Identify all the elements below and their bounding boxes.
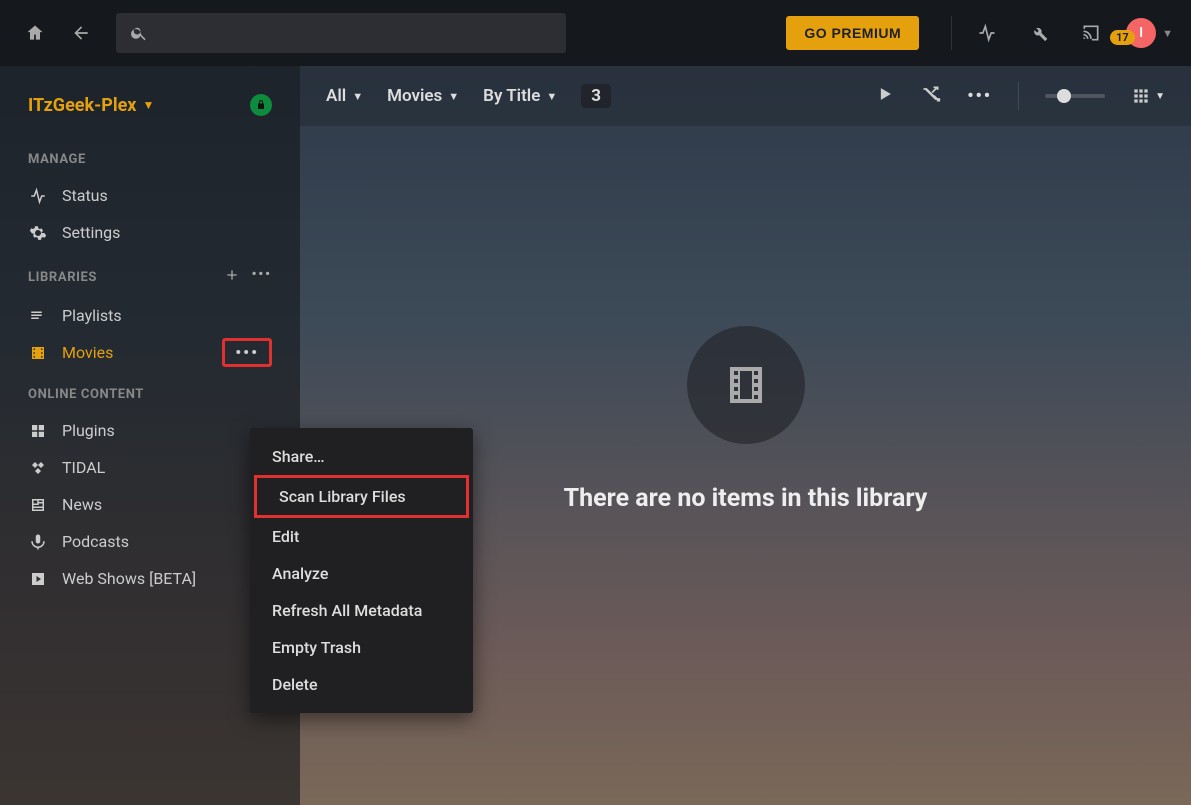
menu-edit[interactable]: Edit	[250, 518, 473, 555]
section-libraries: LIBRARIES •••	[0, 251, 300, 297]
chevron-down-icon: ▼	[448, 90, 459, 103]
view-mode-button[interactable]: ▼	[1131, 86, 1165, 106]
server-selector[interactable]: ITzGeek-Plex ▼	[0, 84, 300, 136]
tools-button[interactable]	[1022, 16, 1056, 50]
chevron-down-icon: ▼	[546, 90, 557, 103]
more-button[interactable]: •••	[967, 86, 992, 106]
zoom-slider[interactable]	[1045, 94, 1105, 98]
secure-lock-icon	[250, 94, 272, 116]
playlist-icon	[28, 307, 48, 325]
section-online-content: ONLINE CONTENT	[0, 371, 300, 412]
chevron-down-icon: ▼	[1162, 27, 1173, 40]
menu-delete[interactable]: Delete	[250, 666, 473, 703]
context-menu: Share… Scan Library Files Edit Analyze R…	[250, 428, 473, 713]
gear-icon	[28, 224, 48, 242]
nav-movies[interactable]: Movies •••	[0, 334, 300, 371]
filter-type[interactable]: Movies▼	[387, 86, 459, 106]
topbar: GO PREMIUM 17 I ▼	[0, 0, 1191, 66]
cast-icon	[1081, 23, 1101, 43]
notification-badge: 17	[1110, 30, 1135, 45]
tools-icon	[1029, 23, 1049, 43]
search-input[interactable]	[116, 13, 566, 53]
divider	[951, 16, 952, 50]
menu-share[interactable]: Share…	[250, 438, 473, 475]
menu-analyze[interactable]: Analyze	[250, 555, 473, 592]
nav-label: Web Shows [BETA]	[62, 569, 196, 588]
nav-label: Podcasts	[62, 532, 129, 551]
shuffle-icon	[921, 84, 941, 104]
account-menu[interactable]: 17 I ▼	[1126, 18, 1173, 48]
divider	[1018, 82, 1019, 110]
news-icon	[28, 496, 48, 514]
plus-icon	[224, 267, 240, 283]
nav-settings[interactable]: Settings	[0, 214, 300, 251]
nav-status[interactable]: Status	[0, 177, 300, 214]
menu-refresh-metadata[interactable]: Refresh All Metadata	[250, 592, 473, 629]
menu-empty-trash[interactable]: Empty Trash	[250, 629, 473, 666]
chevron-down-icon: ▼	[142, 98, 154, 112]
grid-icon	[1131, 86, 1151, 106]
home-icon	[25, 23, 45, 43]
nav-label: Movies	[62, 343, 113, 362]
microphone-icon	[28, 533, 48, 551]
server-name: ITzGeek-Plex	[28, 95, 136, 116]
tidal-icon	[28, 459, 48, 477]
nav-label: TIDAL	[62, 458, 105, 477]
menu-scan-library[interactable]: Scan Library Files	[254, 475, 469, 518]
sort-by[interactable]: By Title▼	[483, 86, 557, 106]
nav-label: News	[62, 495, 102, 514]
shuffle-button[interactable]	[921, 84, 941, 109]
back-arrow-icon	[71, 23, 91, 43]
section-manage: MANAGE	[0, 136, 300, 177]
filter-all[interactable]: All▼	[326, 86, 363, 106]
play-box-icon	[28, 570, 48, 588]
film-icon	[722, 361, 770, 409]
nav-label: Status	[62, 186, 108, 205]
library-toolbar: All▼ Movies▼ By Title▼ 3 ••• ▼	[300, 66, 1191, 126]
grid-icon	[28, 422, 48, 440]
go-premium-button[interactable]: GO PREMIUM	[786, 16, 919, 50]
activity-button[interactable]	[970, 16, 1004, 50]
play-icon	[875, 84, 895, 104]
empty-message: There are no items in this library	[564, 484, 928, 513]
item-count: 3	[581, 84, 611, 108]
film-icon	[28, 344, 48, 362]
nav-playlists[interactable]: Playlists	[0, 297, 300, 334]
libraries-more-button[interactable]: •••	[252, 267, 272, 287]
nav-label: Plugins	[62, 421, 115, 440]
nav-label: Playlists	[62, 306, 122, 325]
chevron-down-icon: ▼	[1155, 91, 1165, 102]
activity-icon	[977, 23, 997, 43]
empty-library-icon	[687, 326, 805, 444]
nav-label: Settings	[62, 223, 120, 242]
chevron-down-icon: ▼	[352, 90, 363, 103]
search-icon	[130, 24, 148, 42]
activity-icon	[28, 187, 48, 205]
play-button[interactable]	[875, 84, 895, 109]
back-button[interactable]	[64, 16, 98, 50]
add-library-button[interactable]	[224, 267, 240, 287]
cast-button[interactable]	[1074, 16, 1108, 50]
home-button[interactable]	[18, 16, 52, 50]
movies-more-button[interactable]: •••	[222, 338, 272, 367]
